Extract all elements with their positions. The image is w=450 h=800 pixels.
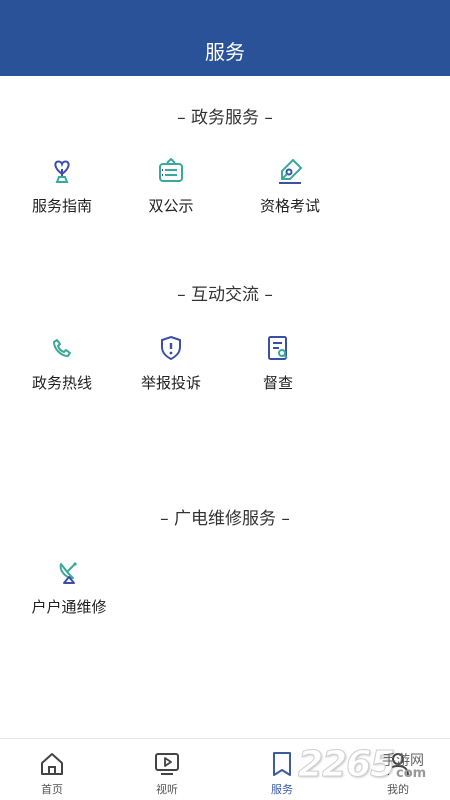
household-repair-item[interactable]: 户户通维修 (19, 558, 119, 617)
government-hotline-item[interactable]: 政务热线 (12, 334, 112, 393)
phone-icon (53, 339, 71, 357)
tab-media-label: 视听 (156, 783, 178, 796)
tab-home-label: 首页 (41, 783, 63, 796)
top-header: 服务 (0, 0, 450, 76)
watermark-domain: com (396, 766, 427, 781)
satellite-dish-icon (59, 562, 77, 584)
bookmark-icon (273, 752, 291, 776)
document-search-icon (268, 336, 288, 360)
household-repair-label: 户户通维修 (31, 598, 107, 616)
section-title-government-services: – 政务服务 – (177, 108, 273, 128)
dual-publicity-item[interactable]: 双公示 (121, 157, 221, 216)
signboard-icon (159, 157, 183, 182)
heart-trophy-icon (54, 160, 70, 183)
qualification-exam-label: 资格考试 (259, 197, 320, 215)
site-watermark: 2265 手游网 com (297, 744, 448, 786)
service-guide-label: 服务指南 (31, 197, 92, 215)
pen-certificate-icon (279, 158, 303, 184)
qualification-exam-item[interactable]: 资格考试 (240, 157, 340, 216)
supervision-label: 督查 (262, 374, 293, 392)
watermark-number: 2265 (297, 744, 395, 786)
home-icon (41, 753, 63, 775)
tab-home[interactable]: 首页 (22, 751, 82, 797)
page-title: 服务 (205, 40, 245, 64)
tab-media[interactable]: 视听 (137, 751, 197, 797)
report-complaint-item[interactable]: 举报投诉 (121, 334, 221, 393)
tv-play-icon (155, 753, 179, 775)
section-title-broadcast-repair: – 广电维修服务 – (160, 509, 290, 529)
shield-alert-icon (161, 335, 181, 361)
dual-publicity-label: 双公示 (148, 197, 194, 215)
government-hotline-label: 政务热线 (31, 374, 92, 392)
service-guide-item[interactable]: 服务指南 (12, 157, 112, 216)
supervision-item[interactable]: 督查 (228, 334, 328, 393)
section-title-interaction: – 互动交流 – (177, 285, 273, 305)
report-complaint-label: 举报投诉 (140, 374, 201, 392)
